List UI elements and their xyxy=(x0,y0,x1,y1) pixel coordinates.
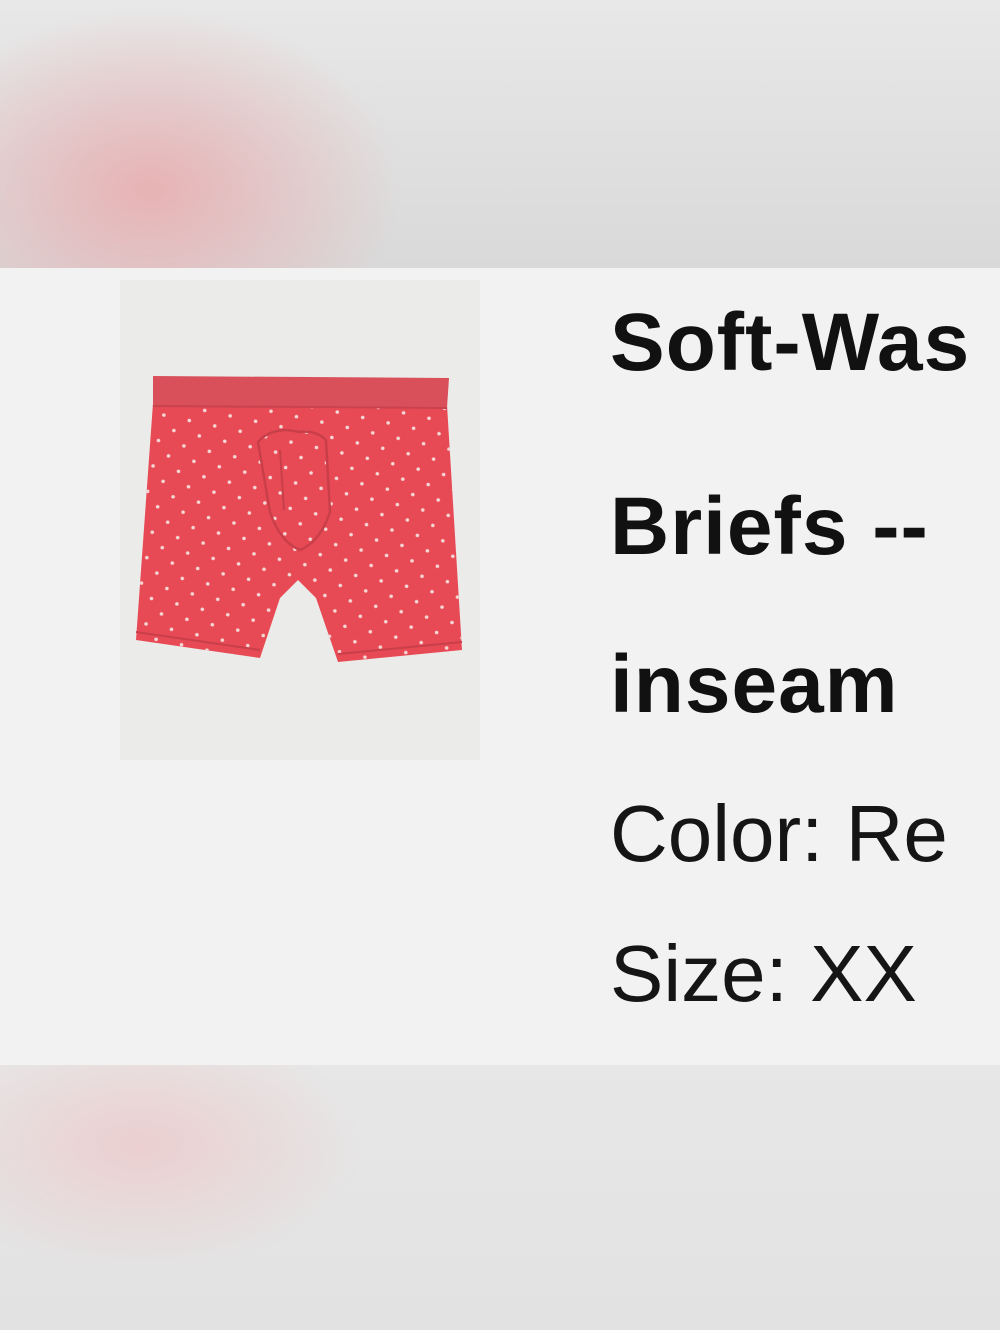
product-color: Color: Re xyxy=(610,789,948,878)
screenshot-page: Soft-Was Briefs -- inseam Color: Re Size… xyxy=(0,0,1000,1330)
product-details: Soft-Was Briefs -- inseam Color: Re Size… xyxy=(610,288,1000,1044)
blurred-background-bottom xyxy=(0,1065,1000,1330)
product-size: Size: XX xyxy=(610,929,917,1018)
product-title-line-2[interactable]: Briefs -- xyxy=(610,448,1000,606)
boxer-briefs-image xyxy=(135,376,463,662)
blurred-background-top xyxy=(0,0,1000,268)
product-title-line-3[interactable]: inseam xyxy=(610,606,1000,764)
product-title-line-1[interactable]: Soft-Was xyxy=(610,288,1000,448)
briefs-waistband xyxy=(153,376,449,408)
product-thumbnail[interactable] xyxy=(120,280,480,760)
order-item-card: Soft-Was Briefs -- inseam Color: Re Size… xyxy=(0,268,1000,1065)
